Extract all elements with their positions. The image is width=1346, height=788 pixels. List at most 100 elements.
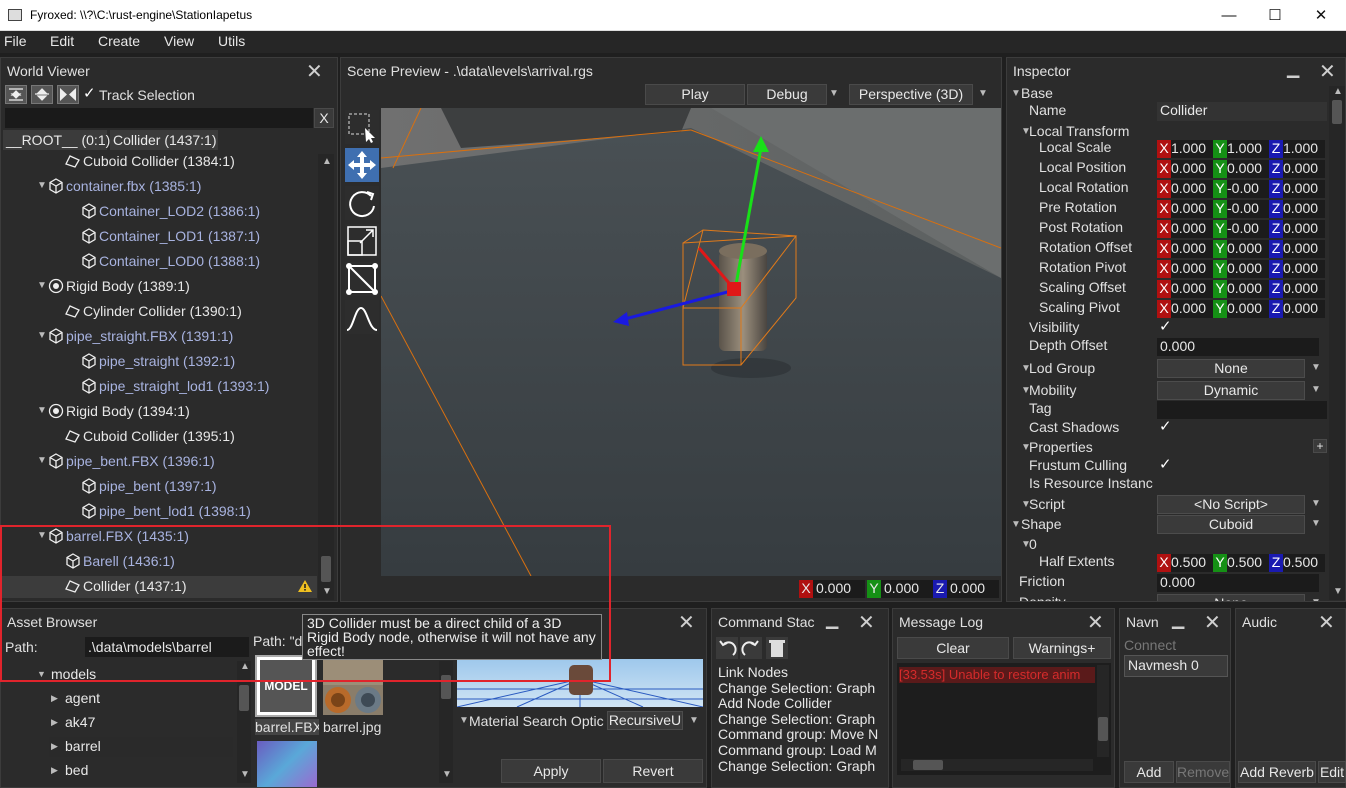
checkbox[interactable]: ✓ — [1159, 317, 1172, 335]
cursor-z-field[interactable]: 0.000 — [947, 580, 999, 598]
checkbox[interactable]: ✓ — [1159, 417, 1172, 435]
depth-offset-field[interactable]: 0.000 — [1157, 338, 1319, 356]
minimize-icon[interactable]: ▁ — [1172, 610, 1184, 630]
tree-node[interactable]: pipe_bent (1397:1) — [1, 476, 317, 498]
tree-node[interactable]: Cuboid Collider (1395:1) — [1, 426, 317, 448]
files-scrollbar[interactable]: ▼ — [439, 661, 453, 783]
cursor-y-field[interactable]: 0.000 — [881, 580, 933, 598]
tag-field[interactable] — [1157, 401, 1327, 419]
z-component-field[interactable]: Z 0.000 — [1269, 220, 1325, 238]
close-icon[interactable]: ✕ — [306, 59, 323, 84]
z-component-field[interactable]: Z 0.000 — [1269, 160, 1325, 178]
tree-node[interactable]: pipe_straight_lod1 (1393:1) — [1, 376, 317, 398]
x-component-field[interactable]: X 0.000 — [1157, 260, 1213, 278]
add-navmesh-button[interactable]: Add — [1124, 761, 1174, 783]
file-name[interactable]: barrel.FBX — [255, 719, 319, 735]
chevron-down-icon[interactable]: ▼ — [1311, 384, 1321, 395]
expand-toggle-icon[interactable]: ▼ — [37, 530, 47, 541]
z-component-field[interactable]: Z 1.000 — [1269, 140, 1325, 158]
tree-node[interactable]: Container_LOD2 (1386:1) — [1, 201, 317, 223]
command-item[interactable]: Change Selection: Graph — [718, 680, 875, 696]
y-component-field[interactable]: Y 0.000 — [1213, 240, 1269, 258]
add-reverb-button[interactable]: Add Reverb — [1238, 761, 1316, 783]
folder-item[interactable]: ▶ ak47 — [49, 713, 233, 733]
x-component-field[interactable]: X 0.000 — [1157, 240, 1213, 258]
chevron-down-icon[interactable]: ▼ — [829, 88, 839, 99]
x-component-field[interactable]: X 0.000 — [1157, 220, 1213, 238]
asset-preview[interactable] — [457, 659, 703, 707]
edit-button[interactable]: Edit — [1318, 761, 1346, 783]
expand-toggle-icon[interactable]: ▼ — [37, 330, 47, 341]
name-field[interactable]: Collider — [1157, 102, 1327, 121]
debug-button[interactable]: Debug — [747, 84, 827, 105]
search-input[interactable] — [5, 108, 313, 128]
command-item[interactable]: Command group: Load M — [718, 742, 877, 758]
close-icon[interactable]: ✕ — [1319, 59, 1336, 84]
tree-node[interactable]: ▼ barrel.FBX (1435:1) — [1, 526, 317, 548]
close-icon[interactable]: ✕ — [858, 610, 875, 635]
minimize-button[interactable]: — — [1206, 0, 1252, 31]
y-component-field[interactable]: Y 0.000 — [1213, 280, 1269, 298]
tree-node[interactable]: ▼ Rigid Body (1389:1) — [1, 276, 317, 298]
menu-utils[interactable]: Utils — [218, 33, 245, 49]
folder-item[interactable]: ▶ agent — [49, 689, 233, 709]
x-component-field[interactable]: X 0.000 — [1157, 280, 1213, 298]
tree-node[interactable]: pipe_bent_lod1 (1398:1) — [1, 501, 317, 523]
tree-node[interactable]: Container_LOD0 (1388:1) — [1, 251, 317, 273]
z-component-field[interactable]: Z 0.000 — [1269, 300, 1325, 318]
log-hscrollbar[interactable] — [901, 759, 1093, 771]
x-component-field[interactable]: X 0.000 — [1157, 160, 1213, 178]
close-icon[interactable]: ✕ — [1087, 610, 1104, 635]
clear-search-button[interactable]: X — [314, 108, 334, 128]
track-selection-checkbox[interactable]: ✓ — [83, 84, 96, 102]
expand-toggle-icon[interactable]: ▼ — [37, 455, 47, 466]
tree-node[interactable]: Collider (1437:1) — [1, 576, 317, 598]
y-component-field[interactable]: Y -0.00 — [1213, 220, 1269, 238]
mobility-dropdown[interactable]: Dynamic — [1157, 381, 1305, 400]
tree-node[interactable]: Cylinder Collider (1390:1) — [1, 301, 317, 323]
rotate-tool-icon[interactable] — [345, 186, 379, 220]
x-component-field[interactable]: X 0.000 — [1157, 200, 1213, 218]
breadcrumb-current[interactable]: Collider (1437:1) — [110, 130, 218, 150]
redo-icon[interactable] — [740, 637, 762, 659]
tree-node[interactable]: ▼ pipe_straight.FBX (1391:1) — [1, 326, 317, 348]
minimize-icon[interactable]: ▁ — [826, 610, 838, 630]
close-icon[interactable]: ✕ — [678, 610, 695, 635]
density-dropdown[interactable]: None — [1157, 594, 1305, 601]
expand-toggle-icon[interactable]: ▼ — [37, 180, 47, 191]
terrain-tool-icon[interactable] — [345, 300, 379, 334]
command-item[interactable]: Command group: Move N — [718, 726, 878, 742]
texture-file-thumbnail[interactable] — [323, 655, 383, 715]
x-component-field[interactable]: X 0.000 — [1157, 300, 1213, 318]
z-component-field[interactable]: Z 0.000 — [1269, 240, 1325, 258]
collapse-toggle-icon[interactable]: ▶ — [51, 693, 58, 704]
expand-toggle-icon[interactable]: ▼ — [1011, 519, 1021, 530]
chevron-down-icon[interactable]: ▼ — [689, 715, 699, 726]
tree-node[interactable]: Barell (1436:1) — [1, 551, 317, 573]
remove-navmesh-button[interactable]: Remove — [1176, 761, 1230, 783]
folder-item[interactable]: ▼ models — [35, 665, 233, 685]
select-tool-icon[interactable] — [345, 110, 379, 144]
add-property-button[interactable]: + — [1313, 439, 1327, 453]
checkbox[interactable]: ✓ — [1159, 455, 1172, 473]
clear-icon[interactable] — [766, 637, 788, 659]
connect-button[interactable]: Connect — [1124, 637, 1176, 653]
command-item[interactable]: Link Nodes — [718, 664, 788, 680]
y-component-field[interactable]: Y -0.00 — [1213, 180, 1269, 198]
folder-item[interactable]: ▶ barrel — [49, 737, 233, 757]
normal-map-thumbnail[interactable] — [257, 741, 317, 787]
tree-node[interactable]: pipe_straight (1392:1) — [1, 351, 317, 373]
move-tool-icon[interactable] — [345, 148, 379, 182]
maximize-button[interactable]: ☐ — [1252, 0, 1298, 31]
close-icon[interactable]: ✕ — [1204, 610, 1221, 635]
chevron-down-icon[interactable]: ▼ — [1311, 597, 1321, 601]
navmesh-item[interactable]: Navmesh 0 — [1124, 655, 1228, 677]
menu-create[interactable]: Create — [98, 33, 140, 49]
chevron-down-icon[interactable]: ▼ — [978, 88, 988, 99]
chevron-down-icon[interactable]: ▼ — [1311, 518, 1321, 529]
collapse-toggle-icon[interactable]: ▶ — [51, 717, 58, 728]
expand-all-icon[interactable] — [31, 85, 53, 104]
play-button[interactable]: Play — [645, 84, 745, 105]
tree-node[interactable]: ▼ pipe_bent.FBX (1396:1) — [1, 451, 317, 473]
y-component-field[interactable]: Y 0.500 — [1213, 554, 1269, 572]
